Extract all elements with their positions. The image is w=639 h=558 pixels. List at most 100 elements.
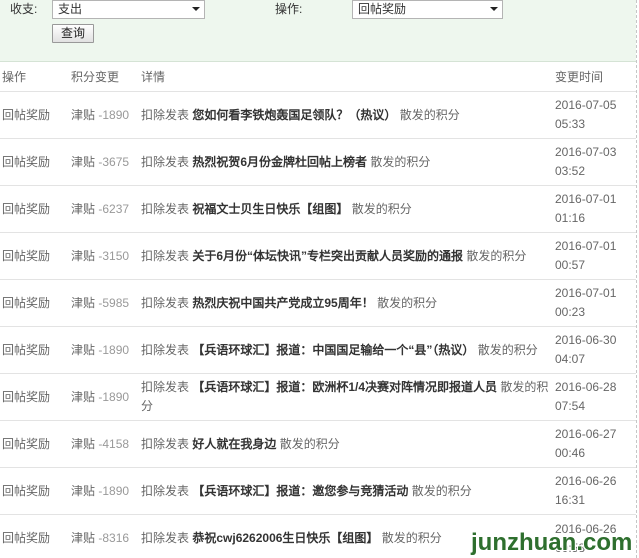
thread-link[interactable]: 祝福文士贝生日快乐【组图】 (192, 202, 348, 216)
operation-text: 回帖奖励 (2, 436, 51, 451)
table-header: 操作 积分变更 详情 变更时间 (0, 62, 636, 92)
change-date: 2016-07-03 (555, 145, 617, 159)
detail-suffix: 散发的积分 (370, 154, 431, 169)
change-time-cell: 2016-06-26 16:31 (553, 472, 636, 510)
query-button[interactable]: 查询 (52, 24, 94, 43)
detail-suffix: 散发的积分 (279, 436, 340, 451)
credit-name: 津贴 (71, 483, 96, 498)
operation-select[interactable]: 回帖奖励 (352, 0, 503, 19)
detail-suffix: 散发的积分 (466, 248, 527, 263)
credit-name: 津贴 (71, 154, 96, 169)
thread-link[interactable]: 【兵语环球汇】报道：邀您参与竞猜活动 (192, 484, 408, 498)
thread-link[interactable]: 热烈庆祝中国共产党成立95周年！ (192, 296, 373, 310)
change-time: 05:33 (555, 117, 586, 131)
credit-amount: -8316 (98, 531, 130, 545)
credit-change-cell: 津贴 -4158 (69, 435, 139, 454)
credit-change-cell: 津贴 -1890 (69, 341, 139, 360)
operation-cell: 回帖奖励 (0, 247, 69, 266)
credit-amount: -5985 (98, 295, 130, 310)
operation-text: 回帖奖励 (2, 107, 51, 122)
detail-prefix: 扣除发表 (141, 531, 190, 545)
change-date: 2016-06-26 (555, 474, 617, 488)
operation-text: 回帖奖励 (2, 342, 51, 357)
detail-suffix: 散发的积分 (411, 483, 472, 498)
operation-text: 回帖奖励 (2, 483, 51, 498)
credit-amount: -1890 (98, 342, 130, 357)
operation-text: 回帖奖励 (2, 295, 51, 310)
credit-name: 津贴 (71, 531, 96, 545)
operation-label: 操作: (275, 2, 303, 16)
credit-name: 津贴 (71, 248, 96, 263)
operation-cell: 回帖奖励 (0, 435, 69, 454)
change-time-cell: 2016-07-03 03:52 (553, 143, 636, 181)
change-time-cell: 2016-07-01 00:57 (553, 237, 636, 275)
detail-cell: 扣除发表 关于6月份“体坛快讯”专栏突出贡献人员奖励的通报 散发的积分 (139, 247, 553, 266)
operation-cell: 回帖奖励 (0, 200, 69, 219)
change-date: 2016-07-01 (555, 286, 617, 300)
table-row: 回帖奖励 津贴 -1890 扣除发表 【兵语环球汇】报道：欧洲杯1/4决赛对阵情… (0, 374, 636, 421)
thread-link[interactable]: 好人就在我身边 (192, 437, 276, 451)
table-row: 回帖奖励 津贴 -3150 扣除发表 关于6月份“体坛快讯”专栏突出贡献人员奖励… (0, 233, 636, 280)
detail-prefix: 扣除发表 (141, 295, 190, 310)
operation-text: 回帖奖励 (2, 531, 51, 545)
operation-select-value: 回帖奖励 (358, 2, 407, 16)
type-label: 收支: (10, 2, 38, 16)
change-date: 2016-07-01 (555, 239, 617, 253)
credit-name: 津贴 (71, 107, 96, 122)
site-watermark: junzhuan.com (471, 529, 633, 556)
credit-log-table: 回帖奖励 津贴 -1890 扣除发表 您如何看李铁炮轰国足领队？（热议） 散发的… (0, 92, 636, 558)
detail-suffix: 散发的积分 (351, 201, 412, 216)
change-time: 00:46 (555, 446, 586, 460)
thread-link[interactable]: 恭祝cwj6262006生日快乐【组图】 (192, 531, 378, 545)
table-row: 回帖奖励 津贴 -1890 扣除发表 【兵语环球汇】报道：邀您参与竞猜活动 散发… (0, 468, 636, 515)
income-expense-select-value: 支出 (58, 2, 83, 16)
credit-name: 津贴 (71, 201, 96, 216)
credit-change-cell: 津贴 -6237 (69, 200, 139, 219)
thread-link[interactable]: 【兵语环球汇】报道：中国国足输给一个“县”（热议） (192, 343, 474, 357)
change-time-cell: 2016-06-28 07:54 (553, 378, 636, 416)
detail-prefix: 扣除发表 (141, 342, 190, 357)
credit-change-cell: 津贴 -5985 (69, 294, 139, 313)
detail-prefix: 扣除发表 (141, 436, 190, 451)
operation-text: 回帖奖励 (2, 248, 51, 263)
income-expense-select[interactable]: 支出 (52, 0, 205, 19)
change-date: 2016-06-30 (555, 333, 617, 347)
change-time: 01:16 (555, 211, 586, 225)
change-time: 07:54 (555, 399, 586, 413)
operation-cell: 回帖奖励 (0, 153, 69, 172)
operation-cell: 回帖奖励 (0, 482, 69, 501)
header-credit-change: 积分变更 (71, 70, 120, 84)
change-time: 04:07 (555, 352, 586, 366)
change-time-cell: 2016-06-30 04:07 (553, 331, 636, 369)
change-time-cell: 2016-07-05 05:33 (553, 96, 636, 134)
detail-prefix: 扣除发表 (141, 201, 190, 216)
table-row: 回帖奖励 津贴 -1890 扣除发表 【兵语环球汇】报道：中国国足输给一个“县”… (0, 327, 636, 374)
header-change-time: 变更时间 (555, 70, 604, 84)
detail-suffix: 散发的积分 (377, 295, 438, 310)
thread-link[interactable]: 关于6月份“体坛快讯”专栏突出贡献人员奖励的通报 (192, 249, 463, 263)
detail-cell: 扣除发表 您如何看李铁炮轰国足领队？（热议） 散发的积分 (139, 106, 553, 125)
thread-link[interactable]: 热烈祝贺6月份金牌杜回帖上榜者 (192, 155, 367, 169)
change-date: 2016-06-28 (555, 380, 617, 394)
change-time-cell: 2016-06-27 00:46 (553, 425, 636, 463)
caret-down-icon (192, 7, 200, 11)
credit-change-cell: 津贴 -3675 (69, 153, 139, 172)
credit-amount: -3150 (98, 248, 130, 263)
header-detail: 详情 (141, 70, 166, 84)
table-row: 回帖奖励 津贴 -1890 扣除发表 您如何看李铁炮轰国足领队？（热议） 散发的… (0, 92, 636, 139)
thread-link[interactable]: 【兵语环球汇】报道：欧洲杯1/4决赛对阵情况即报道人员 (192, 380, 497, 394)
table-row: 回帖奖励 津贴 -5985 扣除发表 热烈庆祝中国共产党成立95周年！ 散发的积… (0, 280, 636, 327)
detail-prefix: 扣除发表 (141, 248, 190, 263)
operation-text: 回帖奖励 (2, 154, 51, 169)
operation-text: 回帖奖励 (2, 389, 51, 404)
change-time: 00:57 (555, 258, 586, 272)
filter-panel: 收支: 支出 操作: 回帖奖励 查询 (0, 0, 636, 62)
operation-cell: 回帖奖励 (0, 106, 69, 125)
detail-cell: 扣除发表 好人就在我身边 散发的积分 (139, 435, 553, 454)
thread-link[interactable]: 您如何看李铁炮轰国足领队？（热议） (192, 108, 396, 122)
credit-change-cell: 津贴 -1890 (69, 106, 139, 125)
change-time-cell: 2016-07-01 01:16 (553, 190, 636, 228)
change-time-cell: 2016-07-01 00:23 (553, 284, 636, 322)
detail-suffix: 散发的积分 (477, 342, 538, 357)
operation-cell: 回帖奖励 (0, 341, 69, 360)
